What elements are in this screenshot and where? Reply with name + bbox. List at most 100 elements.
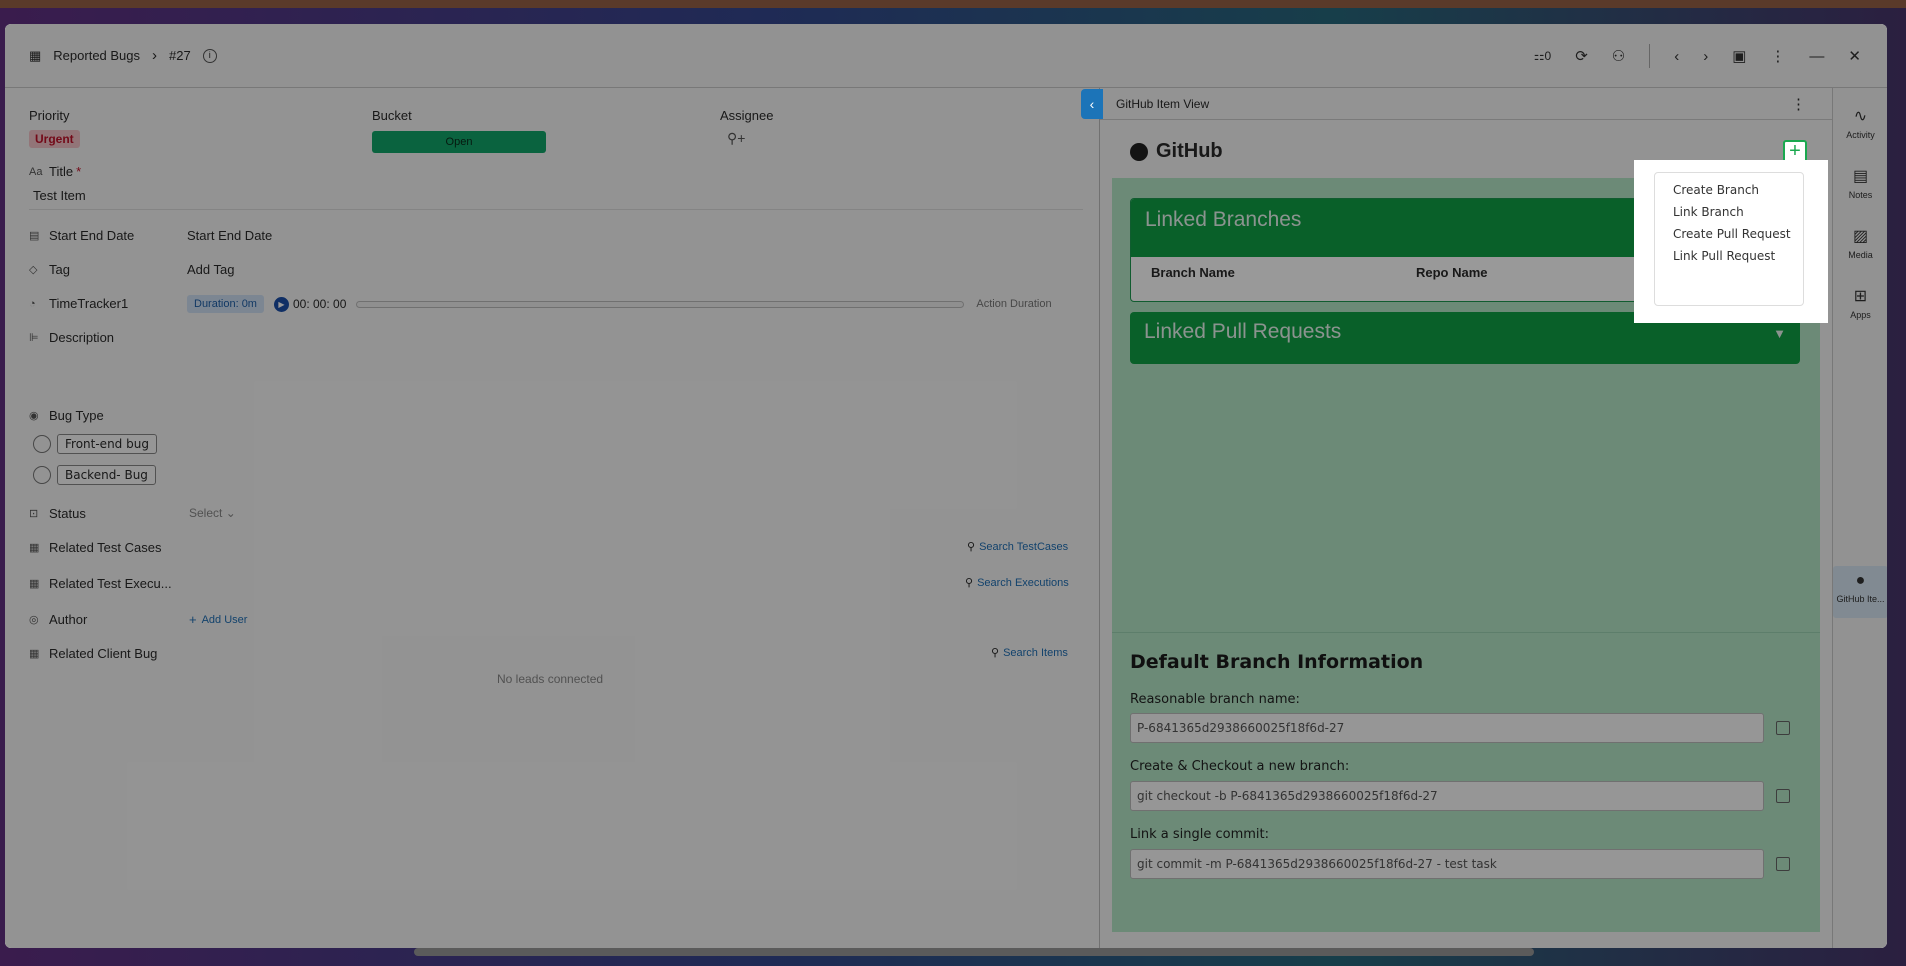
github-panel-title: GitHub Item View [1116, 96, 1210, 111]
rail-notes[interactable]: ▤ Notes [1833, 166, 1887, 200]
panel-toggle-icon[interactable]: ▣ [1732, 47, 1746, 65]
table-icon: ▦ [29, 542, 40, 554]
bug-type-chip: Front-end bug [57, 434, 157, 454]
priority-label: Priority [29, 108, 70, 123]
commit-label: Link a single commit: [1130, 827, 1269, 842]
related-client-bug-label: Related Client Bug [49, 646, 158, 661]
copy-icon[interactable] [1776, 857, 1790, 871]
radio-field-icon: ◉ [29, 410, 39, 422]
github-icon: ● [1855, 572, 1866, 589]
header-actions: ⚏0 ⟳ ⚇ ‹ › ▣ ⋮ — ✕ [1534, 24, 1861, 88]
horizontal-scrollbar[interactable] [414, 948, 1534, 956]
item-modal: ▦ Reported Bugs › #27 i ⚏0 ⟳ ⚇ ‹ › ▣ ⋮ —… [5, 24, 1887, 948]
action-duration: Action Duration [976, 298, 1052, 310]
description-icon: ⊫ [29, 332, 39, 344]
menu-create-pull-request[interactable]: Create Pull Request [1655, 223, 1803, 245]
previous-icon[interactable]: ‹ [1674, 48, 1679, 65]
github-add-menu: Create Branch Link Branch Create Pull Re… [1634, 160, 1828, 323]
activity-icon: ∿ [1853, 108, 1868, 125]
bug-type-chip: Backend- Bug [57, 465, 156, 485]
timer-icon: ◔ [29, 297, 36, 310]
menu-link-pull-request[interactable]: Link Pull Request [1655, 245, 1803, 267]
more-vertical-icon[interactable]: ⋮ [1791, 95, 1806, 113]
search-testcases-link[interactable]: Search TestCases [979, 541, 1068, 553]
collapse-panel-button[interactable]: ‹ [1081, 89, 1103, 119]
commit-command-field[interactable]: git commit -m P-6841365d2938660025f18f6d… [1130, 849, 1764, 879]
start-end-label: Start End Date [49, 228, 135, 243]
modal-header: ▦ Reported Bugs › #27 i ⚏0 ⟳ ⚇ ‹ › ▣ ⋮ —… [5, 24, 1887, 88]
header-divider [1649, 44, 1651, 68]
rail-activity[interactable]: ∿ Activity [1833, 106, 1887, 140]
default-branch-section: Default Branch Information Reasonable br… [1112, 632, 1820, 932]
radio-button[interactable] [33, 435, 51, 453]
bucket-button[interactable]: Open [372, 131, 546, 153]
timer-progress [356, 300, 965, 308]
search-executions-link[interactable]: Search Executions [977, 577, 1069, 589]
status-label: Status [49, 506, 86, 521]
item-form: Priority Urgent Bucket Open Assignee ⚲+ … [5, 88, 1099, 948]
add-assignee-icon[interactable]: ⚲+ [727, 130, 745, 147]
minimize-icon[interactable]: — [1809, 48, 1824, 65]
copy-icon[interactable] [1776, 789, 1790, 803]
related-test-cases-label: Related Test Cases [49, 540, 162, 555]
more-vertical-icon[interactable]: ⋮ [1770, 47, 1785, 65]
subtask-counter[interactable]: ⚏0 [1534, 49, 1551, 63]
media-icon: ▨ [1852, 228, 1869, 245]
duration-badge: Duration: 0m [187, 295, 264, 313]
search-icon: ⚲ [967, 541, 976, 553]
search-items-link[interactable]: Search Items [1003, 647, 1068, 659]
reasonable-label: Reasonable branch name: [1130, 692, 1300, 707]
required-mark: * [76, 164, 82, 179]
play-icon[interactable]: ▶ [273, 296, 289, 312]
info-icon[interactable]: i [202, 48, 217, 63]
priority-badge[interactable]: Urgent [29, 130, 80, 148]
breadcrumb-root[interactable]: Reported Bugs [53, 48, 140, 63]
no-leads-text: No leads connected [497, 672, 604, 686]
tag-label: Tag [49, 262, 70, 277]
add-tag[interactable]: Add Tag [187, 262, 234, 277]
checkout-label: Create & Checkout a new branch: [1130, 759, 1350, 774]
breadcrumb-item: #27 [169, 48, 191, 63]
assignee-label: Assignee [720, 108, 774, 123]
status-select[interactable]: Select ⌄ [189, 506, 236, 520]
title-input[interactable]: Test Item [29, 180, 1083, 210]
bug-type-option[interactable]: Backend- Bug [33, 465, 156, 485]
user-assign-icon[interactable]: ⚇ [1612, 47, 1625, 65]
user-circle-icon: ◎ [29, 614, 39, 626]
copy-icon[interactable] [1776, 721, 1790, 735]
rail-media[interactable]: ▨ Media [1833, 226, 1887, 260]
search-icon: ⚲ [965, 577, 974, 589]
linked-pull-requests-text: Linked Pull Requests [1144, 320, 1342, 343]
radio-button[interactable] [33, 466, 51, 484]
github-heading-text: GitHub [1156, 140, 1223, 162]
bug-type-option[interactable]: Front-end bug [33, 434, 157, 454]
sync-icon[interactable]: ⟳ [1575, 47, 1588, 65]
close-icon[interactable]: ✕ [1848, 47, 1861, 65]
checkout-command-field[interactable]: git checkout -b P-6841365d2938660025f18f… [1130, 781, 1764, 811]
breadcrumb: ▦ Reported Bugs › #27 i [29, 47, 217, 64]
default-branch-heading: Default Branch Information [1130, 651, 1424, 673]
menu-create-branch[interactable]: Create Branch [1655, 179, 1803, 201]
side-rail: ∿ Activity ▤ Notes ▨ Media ⊞ Apps ● GitHub It… [1832, 88, 1887, 948]
github-add-menu-list: Create Branch Link Branch Create Pull Re… [1654, 172, 1804, 306]
desktop-top-strip [0, 0, 1906, 8]
bug-type-label: Bug Type [49, 408, 104, 423]
author-label: Author [49, 612, 88, 627]
rail-github[interactable]: ● GitHub Ite... [1833, 566, 1887, 618]
rail-apps[interactable]: ⊞ Apps [1833, 286, 1887, 320]
search-icon: ⚲ [991, 647, 1000, 659]
timer-value: 00: 00: 00 [292, 297, 347, 311]
github-icon [1130, 142, 1148, 161]
add-user-link[interactable]: Add User [202, 614, 248, 626]
notes-icon: ▤ [1852, 168, 1869, 185]
start-end-value[interactable]: Start End Date [187, 228, 272, 243]
menu-link-branch[interactable]: Link Branch [1655, 201, 1803, 223]
col-repo-name: Repo Name [1416, 265, 1488, 280]
next-icon[interactable]: › [1703, 48, 1708, 65]
apps-icon: ⊞ [1853, 288, 1868, 305]
github-panel-header: GitHub Item View ⋮ [1100, 88, 1832, 120]
reasonable-branch-field[interactable]: P-6841365d2938660025f18f6d-27 [1130, 713, 1764, 743]
table-icon: ▦ [29, 578, 40, 590]
table-icon: ▦ [29, 648, 40, 660]
related-test-exec-label: Related Test Execu... [49, 576, 172, 591]
